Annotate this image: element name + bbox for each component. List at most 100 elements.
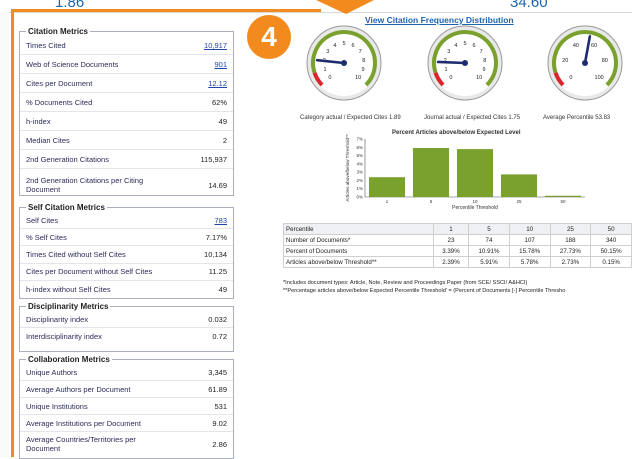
gauge-tick-label: 10 <box>355 75 361 81</box>
gauge-hub <box>341 60 347 66</box>
metric-label: Average Authors per Document <box>26 384 131 394</box>
bar <box>544 195 582 197</box>
percentile-table: Percentile 1 5 10 25 50 Number of Docume… <box>283 223 632 268</box>
metric-label: % Documents Cited <box>26 97 93 107</box>
table-cell: 10 <box>508 223 551 235</box>
table-row: Percent of Documents 3.39% 10.91% 15.78%… <box>283 245 632 257</box>
metric-label: Unique Institutions <box>26 401 88 411</box>
y-axis-label: Articles above/below Threshold** <box>345 134 350 202</box>
cites-per-document-link[interactable]: 12.12 <box>208 79 227 88</box>
x-tick-label: 5 <box>430 199 433 204</box>
metric-value: 61.89 <box>208 384 227 394</box>
y-tick-label: 2% <box>356 178 363 183</box>
gauge-hub <box>582 60 588 66</box>
metric-value: 2 <box>222 135 227 145</box>
metric-label: Interdisciplinarity index <box>26 332 102 341</box>
gauge-tick-label: 5 <box>342 41 345 47</box>
y-tick-label: 5% <box>356 153 363 158</box>
metric-label: 2nd Generation Citations per Citing Docu… <box>26 176 144 194</box>
y-tick-label: 0% <box>356 195 363 200</box>
wos-documents-link[interactable]: 901 <box>214 60 227 69</box>
disciplinarity-metrics-title: Disciplinarity Metrics <box>28 302 109 311</box>
gauge-tick-label: 20 <box>562 58 568 64</box>
table-row: Number of Documents* 23 74 107 188 340 <box>283 234 632 246</box>
citation-metrics-title: Citation Metrics <box>28 27 89 36</box>
callout-frame-left <box>11 10 14 457</box>
table-cell: Percentile <box>283 223 434 235</box>
metric-label: Times Cited <box>26 40 66 50</box>
gauge-tick-label: 1 <box>323 67 326 73</box>
times-cited-link[interactable]: 10,917 <box>204 41 227 50</box>
metric-value: 49 <box>218 284 227 294</box>
metric-value: 531 <box>214 401 227 411</box>
left-edge <box>0 12 9 457</box>
metric-value: 0.72 <box>212 332 227 341</box>
citation-metrics-panel: Citation Metrics Times Cited 10,917 Web o… <box>19 27 234 196</box>
y-tick-label: 1% <box>356 186 363 191</box>
metric-label: Average Institutions per Document <box>26 418 141 428</box>
gauge-hub <box>462 60 468 66</box>
table-cell: 27.73% <box>549 245 592 257</box>
table-cell: 5.78% <box>508 256 551 268</box>
table-cell: 1 <box>432 223 470 235</box>
self-cites-link[interactable]: 783 <box>214 216 227 225</box>
y-tick-label: 4% <box>356 161 363 166</box>
gauge-tick-label: 4 <box>333 43 336 49</box>
gauge-tick-label: 3 <box>326 49 329 55</box>
gauge-tick-label: 9 <box>361 67 364 73</box>
metric-row: Interdisciplinarity index 0.72 <box>20 328 233 345</box>
journal-gauge-caption: Journal actual / Expected Cites 1.75 <box>424 115 521 121</box>
metric-row: h-index without Self Cites 49 <box>20 281 233 298</box>
metric-row: Unique Authors 3,345 <box>20 364 233 381</box>
metric-label: h-index <box>26 116 51 126</box>
percentile-gauge-caption: Average Percentile 53.83 <box>543 115 611 121</box>
metric-row: 2nd Generation Citations per Citing Docu… <box>20 169 233 201</box>
metric-row: Times Cited without Self Cites 10,134 <box>20 246 233 264</box>
metric-label: Cites per Document <box>26 78 93 88</box>
self-citation-metrics-title: Self Citation Metrics <box>28 203 105 212</box>
table-cell: 107 <box>508 234 551 246</box>
metric-value: 115,937 <box>200 154 227 164</box>
table-cell: Number of Documents* <box>283 234 434 246</box>
metric-row: % Documents Cited 62% <box>20 93 233 112</box>
gauge-tick-label: 80 <box>602 58 608 64</box>
gauge-tick-label: 5 <box>463 41 466 47</box>
metric-label: Disciplinarity index <box>26 314 89 324</box>
x-tick-label: 25 <box>516 199 522 204</box>
footnote-1: *Includes document types: Article, Note,… <box>283 280 528 286</box>
table-cell: 5.91% <box>468 256 510 268</box>
metric-row: 2nd Generation Citations 115,937 <box>20 150 233 169</box>
gauge-tick-label: 0 <box>328 75 331 81</box>
gauge-tick-label: 8 <box>483 58 486 64</box>
metric-label: Times Cited without Self Cites <box>26 249 126 259</box>
category-gauge: 012345678910 <box>306 25 382 101</box>
gauge-tick-label: 3 <box>447 49 450 55</box>
table-cell: 2.73% <box>549 256 592 268</box>
percentile-bar-chart: 0% 1% 2% 3% 4% 5% 6% 7% 1 5 10 25 50 Percentile Thres… <box>345 134 585 211</box>
gauge-tick-label: 40 <box>573 43 579 49</box>
metric-row: Cites per Document without Self Cites 11.… <box>20 264 233 281</box>
metric-row: Unique Institutions 531 <box>20 398 233 415</box>
x-tick-label: 1 <box>386 199 389 204</box>
y-tick-label: 6% <box>356 145 363 150</box>
callout-frame-top <box>11 9 321 12</box>
table-cell: 2.39% <box>432 256 470 268</box>
x-axis-label: Percentile Threshold <box>452 205 498 211</box>
callout-arrow <box>316 0 374 14</box>
gauge-tick-label: 60 <box>591 43 597 49</box>
metric-value: 2.86 <box>212 439 227 449</box>
table-cell: 50 <box>590 223 632 235</box>
gauge-tick-label: 4 <box>454 43 457 49</box>
metric-row: % Self Cites 7.17% <box>20 229 233 247</box>
table-cell: 10.91% <box>468 245 510 257</box>
top-value-3: 34.60 <box>510 0 548 11</box>
metric-row: Average Countries/Territories per Docume… <box>20 432 233 456</box>
journal-gauge: 01234 5 678910 <box>427 25 503 101</box>
metric-row: Disciplinarity index 0.032 <box>20 311 233 328</box>
metric-row: Median Cites 2 <box>20 131 233 150</box>
metric-value: 62% <box>211 97 227 107</box>
table-header-row: Percentile 1 5 10 25 50 <box>283 223 632 235</box>
gauge-tick-label: 10 <box>476 75 482 81</box>
metric-value: 7.17% <box>205 232 227 242</box>
bar <box>368 177 406 197</box>
